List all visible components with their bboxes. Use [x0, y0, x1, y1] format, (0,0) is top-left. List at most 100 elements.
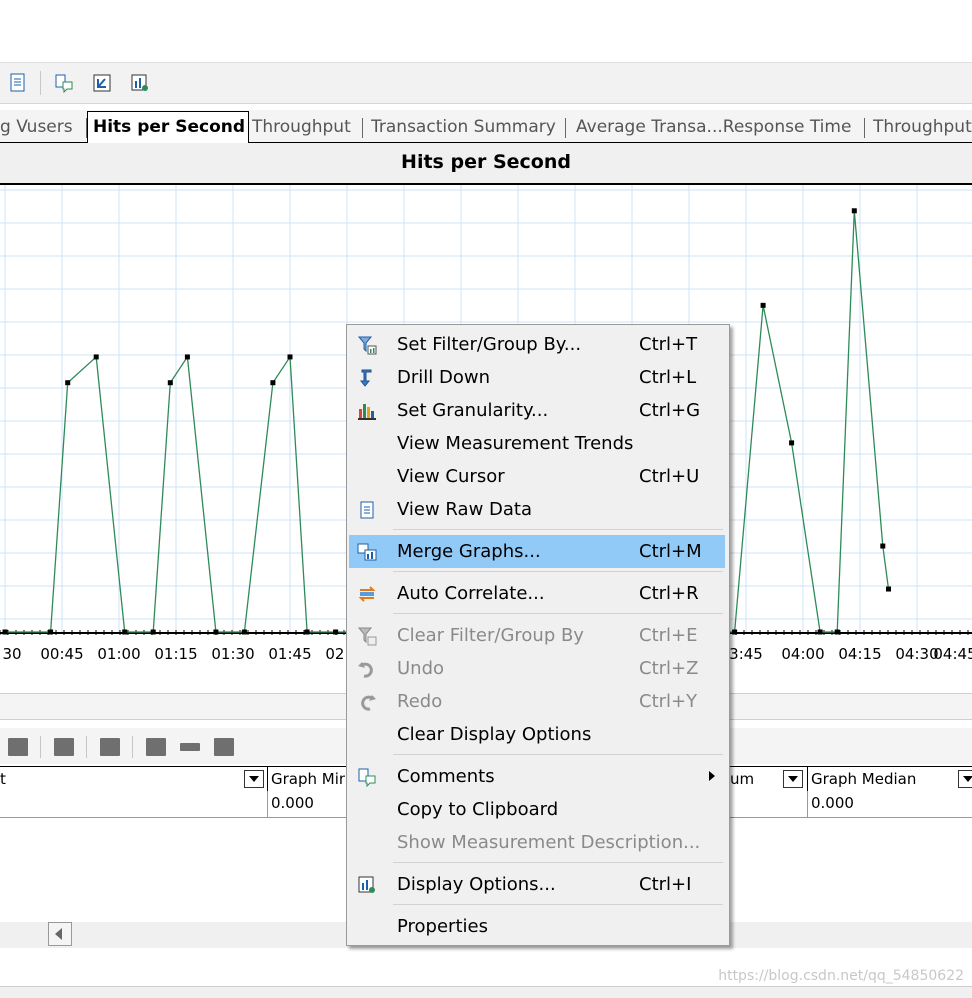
x-tick-label: 04:00: [781, 645, 825, 663]
data-point: [270, 380, 276, 386]
data-point: [789, 440, 795, 446]
menu-item-auto-correlate[interactable]: Auto Correlate... Ctrl+R: [349, 577, 725, 610]
menu-item-display-options[interactable]: Display Options... Ctrl+I: [349, 868, 725, 901]
zoom-icon[interactable]: [92, 73, 112, 93]
submenu-arrow-icon: [709, 771, 715, 781]
data-point: [886, 586, 891, 592]
menu-item-shortcut: Ctrl+E: [639, 625, 698, 646]
column-header-graph-min[interactable]: Graph Min: [271, 767, 345, 791]
menu-item-label: Display Options...: [397, 874, 556, 895]
data-point: [93, 354, 99, 360]
legend-columns-icon[interactable]: [100, 738, 120, 756]
menu-item-set-granularity[interactable]: Set Granularity... Ctrl+G: [349, 394, 725, 427]
cell-maximum: [730, 791, 804, 817]
display-options-icon[interactable]: [130, 73, 150, 93]
display-options-icon: [358, 876, 375, 893]
data-point: [122, 629, 128, 635]
x-tick-label: 01:30: [211, 645, 255, 663]
menu-item-label: Clear Filter/Group By: [397, 625, 584, 646]
x-tick-label: 04:15: [838, 645, 882, 663]
column-header-graph-median[interactable]: Graph Median: [811, 767, 951, 791]
x-tick-label: 01:15: [154, 645, 198, 663]
menu-item-clear-filter[interactable]: Clear Filter/Group By Ctrl+E: [349, 619, 725, 652]
data-point: [65, 380, 71, 386]
menu-item-view-cursor[interactable]: View Cursor Ctrl+U: [349, 460, 725, 493]
menu-item-label: View Cursor: [397, 466, 505, 487]
menu-item-label: Set Granularity...: [397, 400, 549, 421]
drill-down-icon: [359, 369, 372, 387]
data-point: [333, 629, 339, 635]
cell-measurement: [0, 791, 264, 817]
comments-icon: [358, 768, 376, 787]
data-point: [213, 629, 219, 635]
column-dropdown-button[interactable]: [958, 770, 972, 788]
undo-icon: [358, 662, 373, 678]
tab-throughput[interactable]: Throughput: [252, 114, 358, 140]
graph-tabs: g Vusers Hits per Second Throughput Tran…: [0, 110, 972, 143]
column-dropdown-button[interactable]: [783, 770, 803, 788]
main-toolbar: [0, 62, 972, 104]
data-point: [760, 302, 766, 308]
menu-item-label: View Raw Data: [397, 499, 532, 520]
menu-item-label: Auto Correlate...: [397, 583, 545, 604]
legend-hide-all-icon[interactable]: [180, 743, 200, 751]
menu-item-merge-graphs[interactable]: Merge Graphs... Ctrl+M: [349, 535, 725, 568]
comments-icon[interactable]: [54, 73, 74, 93]
menu-item-undo[interactable]: Undo Ctrl+Z: [349, 652, 725, 685]
menu-item-label: Comments: [397, 766, 495, 787]
correlate-icon: [358, 586, 376, 602]
raw-data-icon[interactable]: [8, 73, 28, 93]
filter-icon: [357, 336, 377, 355]
legend-show-all-icon[interactable]: [146, 738, 166, 756]
x-tick-label: 00:45: [40, 645, 84, 663]
menu-item-drill-down[interactable]: Drill Down Ctrl+L: [349, 361, 725, 394]
column-header-measurement[interactable]: t: [0, 767, 240, 791]
menu-item-clear-display-options[interactable]: Clear Display Options: [349, 718, 725, 751]
menu-item-show-measurement-description[interactable]: Show Measurement Description...: [349, 826, 725, 859]
menu-item-label: Show Measurement Description...: [397, 832, 701, 853]
legend-config-icon[interactable]: [214, 738, 234, 756]
tab-hits-per-second[interactable]: Hits per Second: [87, 111, 249, 143]
x-tick-label: 01:00: [97, 645, 141, 663]
menu-item-set-filter[interactable]: Set Filter/Group By... Ctrl+T: [349, 328, 725, 361]
data-point: [851, 208, 857, 214]
menu-item-label: Undo: [397, 658, 445, 679]
menu-item-shortcut: Ctrl+G: [639, 400, 701, 421]
legend-show-icon[interactable]: [8, 738, 28, 756]
tab-transaction-summary[interactable]: Transaction Summary: [371, 114, 561, 140]
status-bar: [0, 986, 972, 998]
menu-item-redo[interactable]: Redo Ctrl+Y: [349, 685, 725, 718]
menu-item-properties[interactable]: Properties: [349, 910, 725, 943]
menu-item-view-measurement-trends[interactable]: View Measurement Trends: [349, 427, 725, 460]
menu-item-comments[interactable]: Comments: [349, 760, 725, 793]
column-header-maximum[interactable]: um: [730, 767, 778, 791]
data-point: [834, 629, 840, 635]
data-point: [817, 629, 823, 635]
data-point: [287, 354, 293, 360]
data-point: [48, 629, 54, 635]
data-point: [150, 629, 156, 635]
scroll-left-button[interactable]: [48, 922, 72, 946]
watermark: https://blog.csdn.net/qq_54850622: [718, 968, 964, 984]
tab-running-vusers[interactable]: g Vusers: [0, 114, 82, 140]
menu-item-label: Clear Display Options: [397, 724, 592, 745]
menu-item-label: Drill Down: [397, 367, 490, 388]
tab-average-transaction-response-time[interactable]: Average Transa...Response Time: [576, 114, 858, 140]
redo-icon: [361, 695, 376, 711]
x-tick-label: 04:45: [933, 645, 972, 663]
menu-item-view-raw-data[interactable]: View Raw Data: [349, 493, 725, 526]
column-dropdown-button[interactable]: [244, 770, 264, 788]
legend-hide-icon[interactable]: [54, 738, 74, 756]
menu-item-label: Redo: [397, 691, 443, 712]
clear-filter-icon: [357, 627, 377, 646]
cell-graph-median: 0.000: [811, 794, 854, 812]
menu-item-label: Merge Graphs...: [397, 541, 541, 562]
menu-item-label: Copy to Clipboard: [397, 799, 559, 820]
tab-throughput-2[interactable]: Throughput: [873, 114, 972, 140]
data-point: [241, 629, 247, 635]
menu-item-shortcut: Ctrl+Z: [639, 658, 699, 679]
menu-item-copy-to-clipboard[interactable]: Copy to Clipboard: [349, 793, 725, 826]
menu-item-shortcut: Ctrl+M: [639, 541, 702, 562]
menu-item-shortcut: Ctrl+R: [639, 583, 699, 604]
menu-item-label: Properties: [397, 916, 488, 937]
